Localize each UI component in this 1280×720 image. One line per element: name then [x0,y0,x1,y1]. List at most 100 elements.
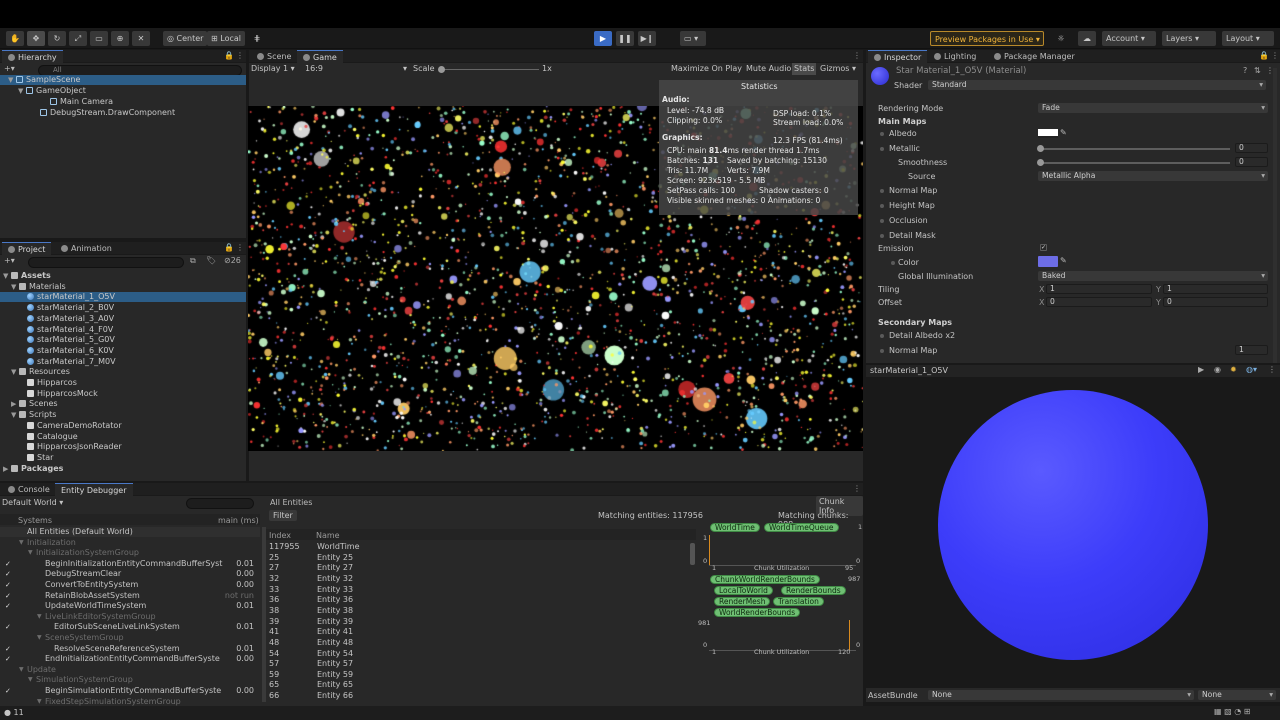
project-item[interactable]: HipparcosMock [0,389,246,399]
project-item[interactable]: ▼ Resources [0,367,246,377]
rotate-icon[interactable]: ↻ [48,31,66,46]
project-item[interactable]: starMaterial_7_M0V [0,357,246,367]
tab-lighting[interactable]: Lighting [928,50,982,63]
project-item[interactable]: HipparcosJsonReader [0,442,246,452]
chevron-icon[interactable]: ▶ [3,464,11,474]
system-enabled-checkbox[interactable]: ✓ [5,559,11,569]
kebab-menu-icon[interactable]: ⋮ [853,484,861,493]
rect-icon[interactable]: ▭ [90,31,108,46]
project-search-input[interactable] [28,257,184,268]
entity-row[interactable]: 65 Entity 65 [266,680,690,691]
chevron-icon[interactable]: ▼ [11,410,19,420]
preset-icon[interactable]: ⇅ [1254,66,1261,75]
rendering-mode-dropdown[interactable]: Fade [1038,103,1268,113]
project-item[interactable]: starMaterial_3_A0V [0,314,246,324]
globe-icon[interactable]: ◍▾ [1246,365,1257,374]
stats-toggle[interactable]: Stats [792,63,817,75]
asset-variant-dropdown[interactable]: None [1198,690,1276,700]
chevron-down-icon[interactable]: ▼ [28,675,33,685]
system-row[interactable]: ▼ LiveLinkEditorSystemGroup [0,612,260,622]
kebab-menu-icon[interactable]: ⋮ [236,51,244,60]
project-item[interactable]: CameraDemoRotator [0,421,246,431]
hidden-packages-icon[interactable]: ⊘26 [224,256,241,265]
system-row[interactable]: ✓ EndInitializationEntityCommandBufferSys… [0,654,260,664]
chevron-down-icon[interactable]: ▼ [37,633,42,643]
system-row[interactable]: ✓ ConvertToEntitySystem 0.00 [0,580,260,590]
detail-normal-field[interactable]: 1 [1235,345,1268,355]
system-row[interactable]: ▼ Initialization [0,538,260,548]
console-count[interactable]: ● 11 [4,708,24,717]
system-row[interactable]: ✓ RetainBlobAssetSystem not run [0,591,260,601]
maximize-on-play-toggle[interactable]: Maximize On Play [671,64,742,73]
source-dropdown[interactable]: Metallic Alpha [1038,171,1268,181]
entity-row[interactable]: 32 Entity 32 [266,574,690,585]
world-dropdown[interactable]: Default World ▾ [2,498,63,507]
gizmos-dropdown[interactable]: Gizmos ▾ [820,64,856,73]
project-item[interactable]: starMaterial_5_G0V [0,335,246,345]
entity-row[interactable]: 117955 WorldTime [266,542,690,553]
chevron-down-icon[interactable]: ▼ [19,665,24,675]
space-local-button[interactable]: ⊞ Local [207,31,245,46]
kebab-menu-icon[interactable]: ⋮ [853,51,861,60]
entity-row[interactable]: 48 Entity 48 [266,638,690,649]
system-row[interactable]: ▼ FixedStepSimulationSystemGroup [0,697,260,706]
hierarchy-item-debugstream[interactable]: DebugStream.DrawComponent [40,108,175,118]
offset-y-field[interactable]: 0 [1163,297,1268,307]
texture-slot-dot[interactable] [880,147,884,151]
tiling-x-field[interactable]: 1 [1046,284,1152,294]
entity-row[interactable]: 39 Entity 39 [266,617,690,628]
system-row[interactable]: ✓ BeginSimulationEntityCommandBufferSyste… [0,686,260,696]
smoothness-field[interactable]: 0 [1235,157,1268,167]
sun-icon[interactable]: ☼ [1052,31,1070,46]
tab-package-manager[interactable]: Package Manager [988,50,1081,63]
entity-row[interactable]: 33 Entity 33 [266,585,690,596]
entity-row[interactable]: 57 Entity 57 [266,659,690,670]
display-dropdown[interactable]: Display 1 ▾ [251,64,295,73]
project-item[interactable]: starMaterial_2_B0V [0,303,246,313]
lock-icon[interactable]: 🔒 [224,243,234,252]
component-chip[interactable]: WorldTime [710,523,760,532]
filter-button[interactable]: Filter [269,510,297,521]
system-enabled-checkbox[interactable]: ✓ [5,686,11,696]
component-chip[interactable]: ChunkWorldRenderBounds [710,575,820,584]
tab-scene[interactable]: Scene [251,50,297,63]
texture-slot-dot[interactable] [880,219,884,223]
help-icon[interactable]: ? [1243,66,1247,75]
system-row[interactable]: ✓ DebugStreamClear 0.00 [0,569,260,579]
emission-color-swatch[interactable] [1038,256,1058,267]
chevron-down-icon[interactable]: ▼ [37,697,42,706]
component-chip[interactable]: RenderMesh [714,597,771,606]
smoothness-slider-track[interactable] [1040,162,1230,164]
tab-animation[interactable]: Animation [55,242,118,255]
tab-entity-debugger[interactable]: Entity Debugger [55,483,133,496]
tab-game[interactable]: Game [297,50,343,63]
system-enabled-checkbox[interactable]: ✓ [5,591,11,601]
layers-dropdown[interactable]: Layers ▾ [1162,31,1216,46]
systems-search-input[interactable] [186,498,254,509]
metallic-field[interactable]: 0 [1235,143,1268,153]
custom-tool-icon[interactable]: ✕ [132,31,150,46]
add-icon[interactable]: +▾ [4,256,15,265]
entity-row[interactable]: 27 Entity 27 [266,563,690,574]
project-item[interactable]: starMaterial_1_O5V [0,292,246,303]
texture-slot-dot[interactable] [880,349,884,353]
hierarchy-item-samplescene[interactable]: ▼ SampleScene [0,75,246,85]
entity-row[interactable]: 38 Entity 38 [266,606,690,617]
system-enabled-checkbox[interactable]: ✓ [5,622,11,632]
texture-slot-dot[interactable] [891,261,895,265]
project-item[interactable]: Catalogue [0,432,246,442]
system-enabled-checkbox[interactable]: ✓ [5,654,11,664]
step-button[interactable]: ▶❙ [638,31,656,46]
play-button[interactable]: ▶ [594,31,612,46]
scale-icon[interactable]: ⤢ [69,31,87,46]
tiling-y-field[interactable]: 1 [1163,284,1268,294]
shader-dropdown[interactable]: Standard [928,80,1266,90]
metallic-slider-track[interactable] [1040,148,1230,150]
texture-slot-dot[interactable] [880,334,884,338]
progress-icon[interactable]: ▦ ▧ ◔ ⊞ [1214,707,1250,716]
project-item[interactable]: starMaterial_4_F0V [0,325,246,335]
albedo-color-swatch[interactable] [1038,129,1058,138]
tab-hierarchy[interactable]: Hierarchy [2,50,63,63]
texture-slot-dot[interactable] [880,234,884,238]
system-enabled-checkbox[interactable]: ✓ [5,580,11,590]
